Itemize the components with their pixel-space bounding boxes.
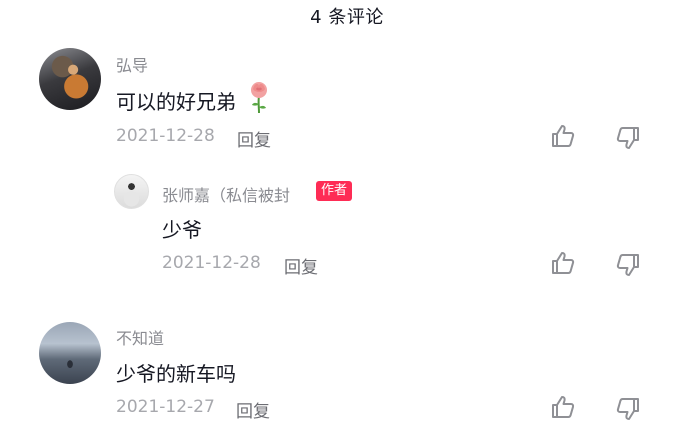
avatar[interactable] [114, 174, 149, 209]
comment-text: 可以的好兄弟 [116, 90, 236, 114]
reply-button[interactable]: 回复 [236, 397, 270, 422]
comments-panel: 4 条评论 弘导 可以的好兄弟 2021-12-28 回复 张师嘉（私信被封 作… [0, 0, 694, 427]
thumbs-up-icon[interactable] [549, 122, 577, 150]
thumbs-down-icon[interactable] [614, 251, 642, 279]
thumbs-up-icon[interactable] [549, 249, 577, 277]
comment-author-name[interactable]: 弘导 [116, 52, 148, 76]
comment-date: 2021-12-28 [116, 126, 215, 146]
comments-header: 4 条评论 [0, 0, 694, 30]
comment-date: 2021-12-27 [116, 397, 215, 417]
reply-button[interactable]: 回复 [237, 126, 271, 151]
reply-date: 2021-12-28 [162, 253, 261, 273]
thumbs-up-icon[interactable] [549, 393, 577, 421]
comment-count-title: 4 条评论 [310, 7, 384, 28]
avatar[interactable] [39, 48, 101, 110]
reply-text: 少爷 [162, 218, 202, 242]
author-badge: 作者 [316, 181, 353, 201]
avatar[interactable] [39, 322, 101, 384]
comment-author-name[interactable]: 不知道 [116, 325, 164, 349]
reply-button[interactable]: 回复 [284, 253, 318, 278]
rose-icon [251, 82, 267, 114]
reply-author-name[interactable]: 张师嘉（私信被封 [162, 182, 290, 206]
thumbs-down-icon[interactable] [614, 395, 642, 423]
comment-text: 少爷的新车吗 [116, 362, 236, 386]
thumbs-down-icon[interactable] [614, 124, 642, 152]
